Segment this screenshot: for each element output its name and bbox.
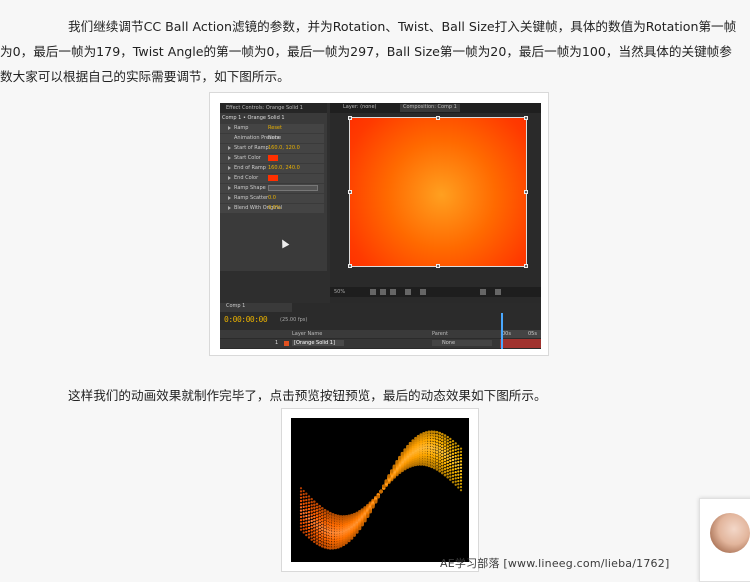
effect-row-end-of-ramp[interactable]: End of Ramp 160.0, 240.0 <box>220 164 324 174</box>
orange-solid-preview[interactable] <box>348 116 528 268</box>
effect-row-label: End of Ramp <box>234 165 266 171</box>
intro-paragraph: 我们继续调节CC Ball Action滤镜的参数，并为Rotation、Twi… <box>0 18 737 84</box>
expand-icon[interactable] <box>228 156 231 160</box>
ae-window: Effect Controls: Orange Solid 1 Comp 1 •… <box>220 103 541 349</box>
effect-row-ramp[interactable]: Ramp Reset <box>220 124 324 134</box>
transform-handle[interactable] <box>348 264 352 268</box>
composition-toolbar: 50% <box>330 287 541 297</box>
transform-handle[interactable] <box>348 116 352 120</box>
site-watermark: AE学习部落 [www.lineeg.com/lieba/1762] <box>440 557 670 570</box>
effect-row-label: Ramp Shape <box>234 185 266 191</box>
effect-row-value[interactable]: Reset <box>268 125 282 131</box>
end-color-swatch[interactable] <box>268 175 278 181</box>
layout-icon[interactable] <box>495 289 501 295</box>
mouse-cursor-icon <box>278 237 290 249</box>
effect-row-label: Start of Ramp <box>234 145 269 151</box>
ramp-shape-dropdown[interactable] <box>268 185 318 191</box>
view-icon[interactable] <box>480 289 486 295</box>
effect-row-ramp-scatter[interactable]: Ramp Scatter 0.0 <box>220 194 324 204</box>
expand-icon[interactable] <box>228 126 231 130</box>
effect-row-value[interactable]: 160.0, 120.0 <box>268 145 300 151</box>
transform-handle[interactable] <box>348 190 352 194</box>
zoom-level[interactable]: 50% <box>334 289 345 295</box>
after-effects-screenshot: Effect Controls: Orange Solid 1 Comp 1 •… <box>209 92 549 356</box>
layer-name[interactable]: [Orange Solid 1] <box>292 340 344 346</box>
layer-color-label[interactable] <box>284 341 289 346</box>
effect-row-end-color[interactable]: End Color <box>220 174 324 184</box>
composition-panel: Layer: (none) Composition: Comp 1 50% <box>330 103 541 303</box>
ruler-end-label: 05s <box>528 331 537 337</box>
effect-row-value[interactable]: None <box>268 135 281 141</box>
start-color-swatch[interactable] <box>268 155 278 161</box>
effect-row-label: Ramp Scatter <box>234 195 269 201</box>
dot-swirl-graphic <box>299 430 463 550</box>
effect-row-label: Ramp <box>234 125 249 131</box>
timeline-layer-row[interactable]: 1 [Orange Solid 1] None <box>220 339 541 348</box>
avatar[interactable] <box>710 513 750 553</box>
effect-row-blend[interactable]: Blend With Original 0.0% <box>220 204 324 214</box>
layer-duration-bar[interactable] <box>500 339 541 348</box>
composition-tabs: Layer: (none) Composition: Comp 1 <box>330 103 541 113</box>
layer-name-header[interactable]: Layer Name <box>292 331 322 337</box>
effect-controls-tab[interactable]: Effect Controls: Orange Solid 1 <box>220 103 327 113</box>
tab-composition[interactable]: Composition: Comp 1 <box>400 104 460 112</box>
transform-handle[interactable] <box>524 116 528 120</box>
result-image-frame <box>281 408 479 572</box>
expand-icon[interactable] <box>228 196 231 200</box>
timeline-tab[interactable]: Comp 1 <box>220 303 292 312</box>
effect-row-value[interactable]: 0.0% <box>268 205 281 211</box>
effect-row-value[interactable]: 160.0, 240.0 <box>268 165 300 171</box>
effect-row-start-of-ramp[interactable]: Start of Ramp 160.0, 120.0 <box>220 144 324 154</box>
expand-icon[interactable] <box>228 166 231 170</box>
result-paragraph: 这样我们的动画效果就制作完毕了，点击预览按钮预览，最后的动态效果如下图所示。 <box>68 387 547 403</box>
ruler-start-label: 00s <box>502 331 511 337</box>
expand-icon[interactable] <box>228 146 231 150</box>
parent-dropdown[interactable]: None <box>432 340 492 346</box>
timeline-panel: Comp 1 0:00:00:00 (25.00 fps) Layer Name… <box>220 303 541 349</box>
effect-row-presets[interactable]: Animation Presets None <box>220 134 324 144</box>
expand-icon[interactable] <box>228 186 231 190</box>
effect-controls-title: Comp 1 • Orange Solid 1 <box>222 115 285 121</box>
color-channel-icon[interactable] <box>390 289 396 295</box>
effect-row-start-color[interactable]: Start Color <box>220 154 324 164</box>
floating-avatar-widget[interactable] <box>699 498 750 582</box>
frame-rate: (25.00 fps) <box>280 317 308 323</box>
ball-action-result-image <box>291 418 469 562</box>
effect-controls-panel: Effect Controls: Orange Solid 1 Comp 1 •… <box>220 103 327 271</box>
effect-controls-tab-label: Effect Controls: Orange Solid 1 <box>226 105 303 111</box>
timeline-header: Layer Name Parent <box>220 330 541 338</box>
layer-number: 1 <box>275 340 279 346</box>
tab-layer[interactable]: Layer: (none) <box>340 104 380 112</box>
transform-handle[interactable] <box>436 116 440 120</box>
effect-row-label: Start Color <box>234 155 261 161</box>
grid-icon[interactable] <box>370 289 376 295</box>
effect-row-value[interactable]: 0.0 <box>268 195 276 201</box>
expand-icon[interactable] <box>228 206 231 210</box>
transform-handle[interactable] <box>524 264 528 268</box>
resolution-icon[interactable] <box>405 289 411 295</box>
timecode[interactable]: 0:00:00:00 <box>224 315 268 324</box>
expand-icon[interactable] <box>228 176 231 180</box>
camera-icon[interactable] <box>380 289 386 295</box>
region-icon[interactable] <box>420 289 426 295</box>
effect-row-label: End Color <box>234 175 259 181</box>
parent-header[interactable]: Parent <box>432 331 448 337</box>
transform-handle[interactable] <box>436 264 440 268</box>
effect-row-ramp-shape[interactable]: Ramp Shape <box>220 184 324 194</box>
time-ruler[interactable]: 00s 05s <box>500 330 541 338</box>
transform-handle[interactable] <box>524 190 528 194</box>
playhead[interactable] <box>501 313 503 349</box>
